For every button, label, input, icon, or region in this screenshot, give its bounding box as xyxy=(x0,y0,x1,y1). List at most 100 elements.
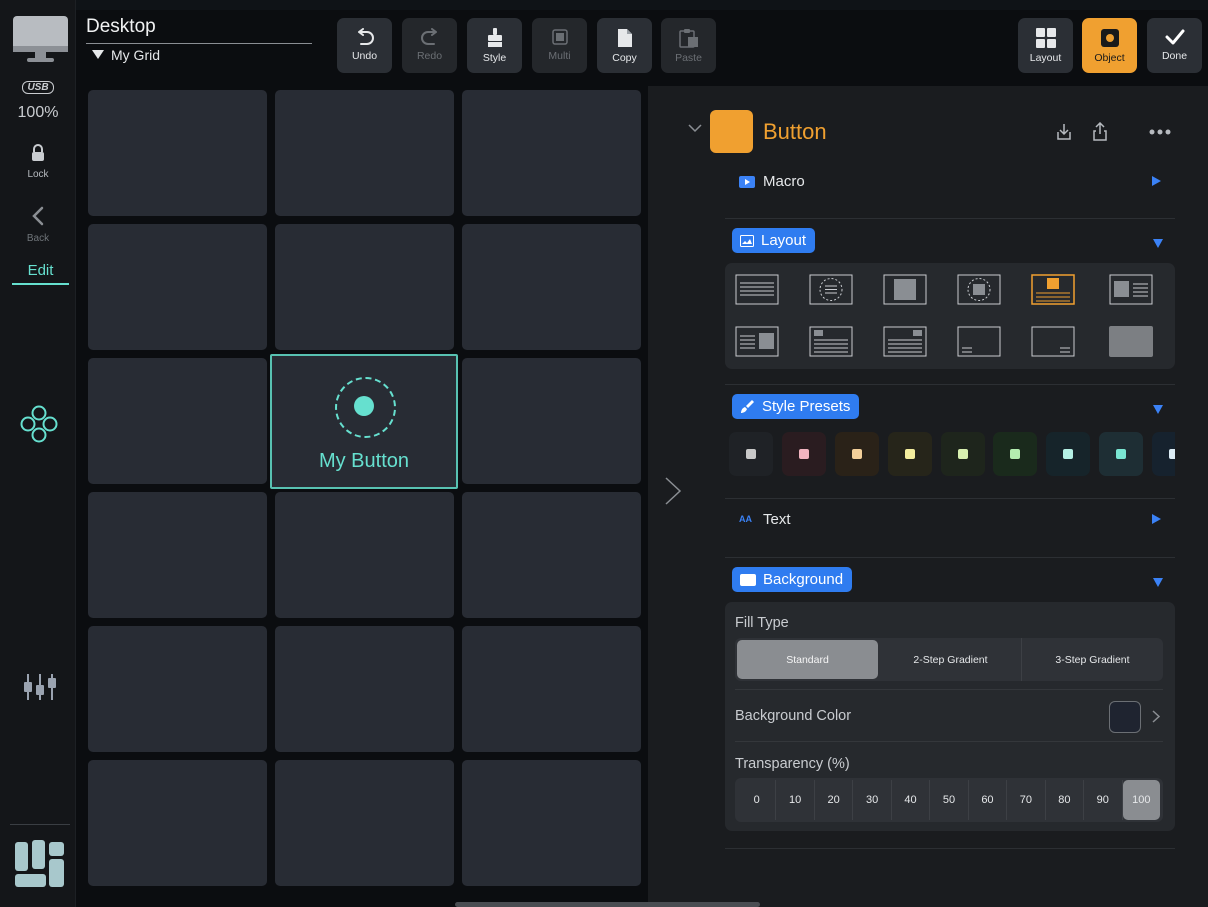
fill-type-3-step-gradient[interactable]: 3-Step Gradient xyxy=(1022,638,1163,681)
layout-option-image-above-text-icon[interactable] xyxy=(1031,274,1075,305)
lock-label: Lock xyxy=(27,169,49,180)
grid-cell[interactable] xyxy=(275,90,454,216)
layout-collapse[interactable] xyxy=(725,234,1175,248)
paste-button[interactable]: Paste xyxy=(661,18,716,73)
button-color-swatch[interactable] xyxy=(710,110,753,153)
layout-option-header-text-icon[interactable] xyxy=(809,326,853,357)
grid-cell[interactable] xyxy=(462,224,641,350)
import-icon[interactable] xyxy=(1056,123,1072,141)
redo-button[interactable]: Redo xyxy=(402,18,457,73)
layout-option-text-lines-icon[interactable] xyxy=(735,274,779,305)
section-macro[interactable]: Macro xyxy=(725,173,1175,191)
monitor-icon[interactable] xyxy=(13,16,68,64)
mixer-faders-icon[interactable] xyxy=(22,672,58,702)
grid-cell[interactable] xyxy=(462,760,641,886)
object-button[interactable]: Object xyxy=(1082,18,1137,73)
panel-collapse-chevron-icon[interactable] xyxy=(664,476,682,506)
paste-label: Paste xyxy=(675,52,702,64)
transparency-option[interactable]: 40 xyxy=(892,780,931,820)
fill-type-standard[interactable]: Standard xyxy=(737,640,878,679)
section-divider xyxy=(725,498,1175,499)
transparency-option[interactable]: 60 xyxy=(969,780,1008,820)
grid-cell[interactable] xyxy=(88,626,267,752)
transparency-option-selected[interactable]: 100 xyxy=(1122,780,1160,820)
layout-button[interactable]: Layout xyxy=(1018,18,1073,73)
style-preset-swatch[interactable] xyxy=(941,432,985,476)
share-icon[interactable] xyxy=(1092,122,1108,142)
style-preset-swatch[interactable] xyxy=(993,432,1037,476)
text-size-icon: AA xyxy=(739,514,752,524)
transparency-option[interactable]: 50 xyxy=(930,780,969,820)
lock-icon xyxy=(32,144,44,161)
grid-cell[interactable] xyxy=(275,626,454,752)
page-title[interactable]: Desktop xyxy=(86,16,156,38)
section-divider xyxy=(725,557,1175,558)
grid-cell[interactable] xyxy=(88,358,267,484)
style-preset-swatch[interactable] xyxy=(1152,432,1175,476)
back-button[interactable]: Back xyxy=(0,206,76,244)
chevron-right-icon[interactable] xyxy=(1152,710,1160,723)
lock-button[interactable]: Lock xyxy=(0,144,76,180)
dpad-icon[interactable] xyxy=(20,405,58,443)
copy-button[interactable]: Copy xyxy=(597,18,652,73)
transparency-option[interactable]: 90 xyxy=(1084,780,1123,820)
style-preset-swatch[interactable] xyxy=(888,432,932,476)
background-color-swatch[interactable] xyxy=(1109,701,1141,733)
section-text[interactable]: AA Text xyxy=(725,511,1175,529)
layout-option-header-right-text-icon[interactable] xyxy=(883,326,927,357)
back-label: Back xyxy=(26,233,50,244)
chevron-left-icon xyxy=(32,206,44,226)
transparency-option[interactable]: 30 xyxy=(853,780,892,820)
layout-option-circle-lines-icon[interactable] xyxy=(809,274,853,305)
layout-option-full-image-icon[interactable] xyxy=(1109,326,1153,357)
transparency-option[interactable]: 20 xyxy=(815,780,854,820)
layout-option-image-left-text-icon[interactable] xyxy=(1109,274,1153,305)
transparency-option[interactable]: 0 xyxy=(738,780,777,820)
pages-grid-icon[interactable] xyxy=(15,840,65,888)
style-preset-swatch[interactable] xyxy=(835,432,879,476)
grid-cell[interactable] xyxy=(88,224,267,350)
macro-icon xyxy=(739,176,755,188)
grid-cell[interactable] xyxy=(462,358,641,484)
grid-cell[interactable] xyxy=(462,492,641,618)
selected-grid-button[interactable]: My Button xyxy=(270,354,458,489)
layout-option-bottom-left-text-icon[interactable] xyxy=(957,326,1001,357)
undo-button[interactable]: Undo xyxy=(337,18,392,73)
grid-cell[interactable] xyxy=(462,90,641,216)
transparency-option[interactable]: 10 xyxy=(776,780,815,820)
style-preset-swatch[interactable] xyxy=(1046,432,1090,476)
grid-cell[interactable] xyxy=(275,492,454,618)
layout-option-bottom-right-text-icon[interactable] xyxy=(1031,326,1075,357)
layout-option-text-image-right-icon[interactable] xyxy=(735,326,779,357)
style-preset-swatch[interactable] xyxy=(729,432,773,476)
style-preset-swatch[interactable] xyxy=(1099,432,1143,476)
transparency-option[interactable]: 80 xyxy=(1046,780,1085,820)
horizontal-scrollbar[interactable] xyxy=(455,902,760,907)
transparency-option[interactable]: 70 xyxy=(1007,780,1046,820)
multi-button[interactable]: Multi xyxy=(532,18,587,73)
chevron-down-icon[interactable] xyxy=(688,124,702,133)
button-grid: My Button xyxy=(84,86,644,892)
layout-option-square-icon[interactable] xyxy=(883,274,927,305)
edit-tab[interactable]: Edit xyxy=(12,262,69,285)
title-underline xyxy=(86,43,312,44)
grid-cell[interactable] xyxy=(275,224,454,350)
checkmark-icon xyxy=(1165,29,1184,45)
undo-icon xyxy=(357,28,374,45)
more-options-icon[interactable] xyxy=(1132,129,1172,135)
grid-cell[interactable] xyxy=(462,626,641,752)
grid-cell[interactable] xyxy=(88,760,267,886)
grid-cell[interactable] xyxy=(88,90,267,216)
style-button[interactable]: Style xyxy=(467,18,522,73)
grid-selector[interactable]: My Grid xyxy=(92,47,160,63)
grid-cell[interactable] xyxy=(88,492,267,618)
redo-icon xyxy=(420,28,437,45)
copy-label: Copy xyxy=(612,52,637,64)
style-presets-collapse[interactable] xyxy=(725,400,1175,414)
fill-type-2-step-gradient[interactable]: 2-Step Gradient xyxy=(880,638,1022,681)
done-button[interactable]: Done xyxy=(1147,18,1202,73)
grid-cell[interactable] xyxy=(275,760,454,886)
style-preset-swatch[interactable] xyxy=(782,432,826,476)
layout-option-circle-square-icon[interactable] xyxy=(957,274,1001,305)
background-collapse[interactable] xyxy=(725,573,1175,587)
